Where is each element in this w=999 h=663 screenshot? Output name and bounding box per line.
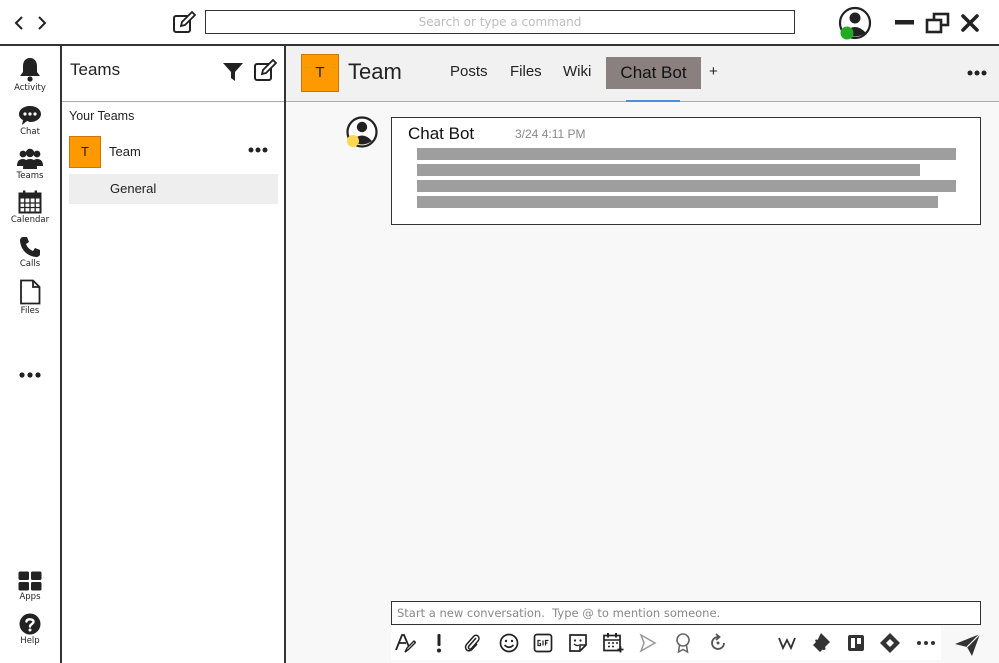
help-icon <box>19 613 41 635</box>
add-tab-button[interactable]: + <box>709 63 718 80</box>
message-timestamp: 3/24 4:11 PM <box>515 127 586 141</box>
rail-label-activity: Activity <box>14 83 46 93</box>
team-avatar-tile: T <box>69 136 101 168</box>
more-horizontal-icon <box>19 372 41 378</box>
channel-team-tile: T <box>301 54 339 92</box>
message-text-placeholder <box>417 180 956 192</box>
message-text-placeholder <box>417 148 956 160</box>
tab-files[interactable]: Files <box>510 63 542 80</box>
team-list-item[interactable]: T Team <box>69 136 279 168</box>
compose-icon[interactable] <box>253 58 278 83</box>
format-icon[interactable] <box>394 632 416 654</box>
wikipedia-icon[interactable] <box>776 632 798 654</box>
message-composer[interactable] <box>391 601 981 625</box>
teams-pane-header: Teams <box>62 46 284 102</box>
message-text-placeholder <box>417 196 938 208</box>
channel-header: T Team Posts Files Wiki Chat Bot + <box>286 46 999 102</box>
phone-icon <box>20 237 40 257</box>
schedule-meeting-icon[interactable] <box>602 632 624 654</box>
sticker-icon[interactable] <box>567 632 589 654</box>
teams-pane: Teams Your Teams T Team General <box>62 46 286 663</box>
rail-item-calls[interactable]: Calls <box>0 236 60 269</box>
team-more-options-icon[interactable] <box>247 140 269 160</box>
stream-icon[interactable] <box>637 632 659 654</box>
message-text-placeholder <box>417 164 920 176</box>
message-author: Chat Bot <box>408 124 475 143</box>
chat-icon <box>19 106 41 125</box>
loop-icon[interactable] <box>707 632 729 654</box>
forward-icon[interactable] <box>33 12 51 34</box>
rail-label-apps: Apps <box>19 592 41 602</box>
tab-posts[interactable]: Posts <box>450 63 488 80</box>
file-icon <box>20 279 41 305</box>
teams-pane-title: Teams <box>70 60 121 79</box>
new-chat-compose-icon[interactable] <box>172 10 197 35</box>
gif-icon[interactable] <box>532 632 554 654</box>
diamond-app-icon[interactable] <box>879 632 901 654</box>
teams-icon <box>17 148 43 169</box>
more-compose-options-icon[interactable] <box>915 632 937 654</box>
tab-chat-bot[interactable]: Chat Bot <box>606 57 701 89</box>
rail-item-teams[interactable]: Teams <box>0 148 60 181</box>
minimize-icon[interactable] <box>893 12 917 34</box>
rail-item-chat[interactable]: Chat <box>0 104 60 137</box>
channel-main: T Team Posts Files Wiki Chat Bot + Chat … <box>286 46 999 663</box>
title-bar <box>0 0 999 46</box>
restore-window-icon[interactable] <box>925 12 950 34</box>
emoji-icon[interactable] <box>498 632 520 654</box>
active-tab-indicator <box>626 100 680 102</box>
rail-label-calendar: Calendar <box>10 215 50 225</box>
message-input[interactable] <box>392 602 980 624</box>
search-box[interactable] <box>205 10 795 34</box>
rail-item-help[interactable]: Help <box>0 613 60 646</box>
bot-avatar-icon[interactable] <box>345 116 379 150</box>
filter-icon[interactable] <box>222 61 244 83</box>
profile-avatar-icon[interactable] <box>837 6 873 42</box>
more-options-icon[interactable] <box>966 64 988 82</box>
apps-grid-icon <box>18 571 42 591</box>
rail-item-activity[interactable]: Activity <box>0 56 60 93</box>
your-teams-heading: Your Teams <box>69 109 135 123</box>
team-name: Team <box>109 144 141 159</box>
board-app-icon[interactable] <box>845 632 867 654</box>
rail-label-teams: Teams <box>16 171 44 181</box>
app-rail: Activity Chat Teams Calendar Calls Files… <box>0 46 62 663</box>
send-icon[interactable] <box>954 632 982 658</box>
rail-label-files: Files <box>20 306 40 316</box>
channel-name: General <box>110 181 157 196</box>
back-icon[interactable] <box>10 12 28 34</box>
rail-item-apps[interactable]: Apps <box>0 571 60 602</box>
rail-more-apps-button[interactable] <box>0 368 60 382</box>
rail-item-files[interactable]: Files <box>0 279 60 316</box>
important-icon[interactable] <box>428 632 450 654</box>
close-icon[interactable] <box>959 12 983 34</box>
praise-icon[interactable] <box>672 632 694 654</box>
tab-wiki[interactable]: Wiki <box>563 63 591 80</box>
rail-label-chat: Chat <box>20 127 40 137</box>
message-card[interactable]: Chat Bot 3/24 4:11 PM <box>391 117 981 225</box>
search-input[interactable] <box>206 11 794 33</box>
channel-item-general[interactable]: General <box>69 174 278 204</box>
attach-icon[interactable] <box>461 632 483 654</box>
rail-label-calls: Calls <box>19 259 41 269</box>
calendar-icon <box>18 190 42 214</box>
rail-label-help: Help <box>20 636 40 646</box>
channel-title: Team <box>348 59 402 84</box>
rail-item-calendar[interactable]: Calendar <box>0 190 60 225</box>
bell-icon <box>20 58 40 82</box>
puzzle-app-icon[interactable] <box>811 632 833 654</box>
